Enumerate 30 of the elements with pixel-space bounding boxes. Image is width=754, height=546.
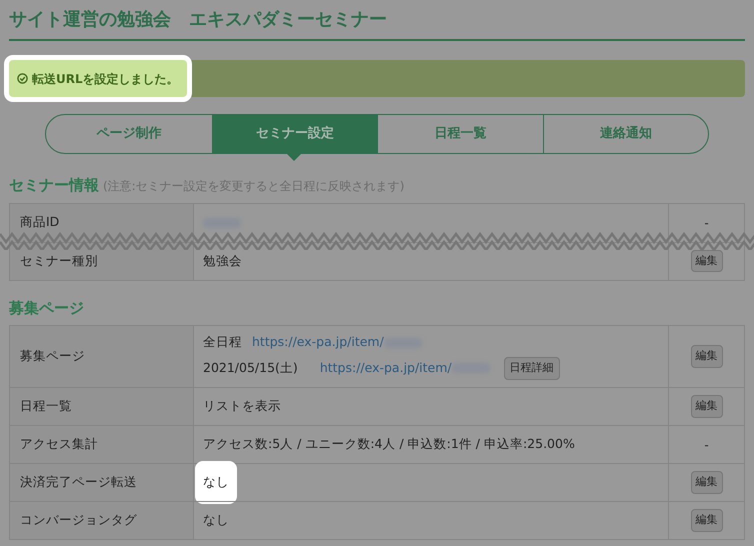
url-link[interactable]: https://ex-pa.jp/item/: [320, 359, 452, 378]
row-label: 日程一覧: [20, 397, 72, 416]
edit-button[interactable]: 編集: [690, 250, 722, 272]
row-label: 商品ID: [20, 213, 60, 232]
row-label: セミナー種別: [20, 252, 98, 270]
cell-text: なし: [195, 461, 237, 504]
url-link[interactable]: https://ex-pa.jp/item/: [252, 333, 384, 352]
action-text: -: [704, 436, 709, 454]
cell-text: 全日程: [203, 333, 242, 352]
cell-text: 勉強会: [203, 252, 242, 270]
action-text: -: [704, 214, 709, 232]
notice-text: 転送URLを設定しました。: [32, 70, 179, 88]
check-circle-icon: [17, 73, 28, 84]
section-heading: 募集ページ: [9, 298, 84, 318]
cell-text: リストを表示: [203, 397, 281, 416]
row-label: コンバージョンタグ: [20, 511, 137, 530]
cell-text: なし: [203, 511, 229, 530]
tab[interactable]: セミナー設定: [212, 115, 377, 153]
cell-text: アクセス数:5人 / ユニーク数:4人 / 申込数:1件 / 申込率:25.00%: [203, 435, 575, 454]
edit-button[interactable]: 編集: [690, 395, 722, 418]
schedule-detail-button[interactable]: 日程詳細: [504, 357, 560, 380]
page-title: サイト運営の勉強会 エキスパダミーセミナー: [9, 6, 745, 41]
edit-button[interactable]: 編集: [690, 345, 722, 368]
row-label: 決済完了ページ転送: [20, 473, 137, 492]
section-heading: セミナー情報: [9, 175, 99, 196]
edit-button[interactable]: 編集: [690, 471, 722, 494]
row-label: アクセス集計: [20, 435, 98, 454]
edit-button[interactable]: 編集: [690, 509, 722, 532]
cell-text: 2021/05/15(土): [203, 359, 298, 377]
row-label: 募集ページ: [20, 347, 85, 366]
